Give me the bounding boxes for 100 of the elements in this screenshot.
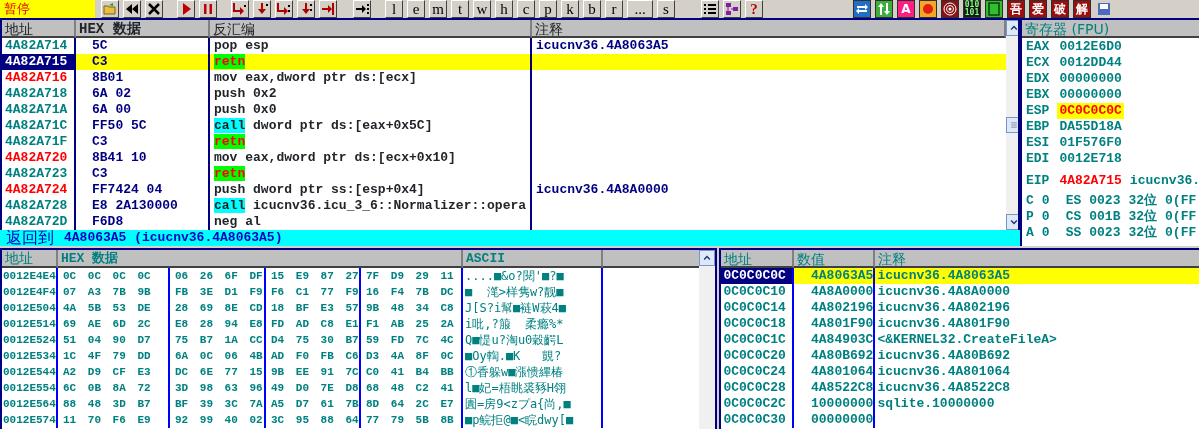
ascii-cell: ■p鲩拒@■<睆dwy[■ xyxy=(463,412,603,428)
segment-limit: 0(FF xyxy=(1165,193,1197,209)
pause-button[interactable] xyxy=(199,0,217,18)
plugin-button[interactable] xyxy=(985,0,1003,18)
toolbar-letter-button[interactable]: m xyxy=(429,0,447,18)
toolbar-letter-button[interactable]: s xyxy=(657,0,675,18)
toolbar-letter-button[interactable]: h xyxy=(495,0,513,18)
pause-icon xyxy=(201,2,215,16)
status-label: 暂停 xyxy=(0,0,95,18)
step-over-button[interactable] xyxy=(253,0,271,18)
toolbar-letter-button[interactable]: p xyxy=(539,0,557,18)
hex-cell: 68 48 C2 41 xyxy=(361,380,463,396)
column-header[interactable]: HEX 数据 xyxy=(76,20,210,38)
segment-selector: 0023 xyxy=(1089,193,1121,209)
hex-cell: 1C 4F 79 DD xyxy=(58,348,170,364)
run-button[interactable] xyxy=(177,0,195,18)
help-button[interactable]: ? xyxy=(745,0,763,18)
ascii-cell: 圚=房9<zプa{尚,■ xyxy=(463,396,603,412)
operand-text: eax,dword ptr ds:[ecx+0x10] xyxy=(245,150,456,165)
hex-cell: E8 2A130000 xyxy=(76,198,210,214)
column-header[interactable]: 反汇编 xyxy=(210,20,532,38)
plugin-button[interactable] xyxy=(919,0,937,18)
plugin-button[interactable] xyxy=(941,0,959,18)
trace-over-button[interactable] xyxy=(297,0,315,18)
toolbar-letter-button[interactable]: e xyxy=(407,0,425,18)
hex-cell: 18 BF E3 57 xyxy=(266,300,361,316)
up-down-arrows-icon xyxy=(877,2,891,16)
register-value: 0012E6D0 xyxy=(1058,39,1123,55)
scroll-down-button[interactable] xyxy=(1006,214,1018,230)
segment-limit: 0(FF xyxy=(1165,225,1197,241)
hex-cell: 51 04 90 D7 xyxy=(58,332,170,348)
plugin-button[interactable] xyxy=(875,0,893,18)
open-button[interactable] xyxy=(101,0,119,18)
segment-name: ES xyxy=(1065,193,1082,209)
comment-cell-text: <&KERNEL32.CreateFileA> xyxy=(876,332,1058,348)
close-button[interactable] xyxy=(145,0,163,18)
operand-text: dword ptr ss:[esp+0x4] xyxy=(253,182,425,197)
comment-cell: icucnv36.4A8063A5 xyxy=(875,268,1199,284)
hex-cell: 75 B7 1A CC xyxy=(170,332,266,348)
scroll-up-button[interactable] xyxy=(699,250,716,266)
address-cell: 0C0C0C28 xyxy=(721,380,795,396)
toolbar-letter-button[interactable]: r xyxy=(605,0,623,18)
list-icon xyxy=(703,2,717,16)
hex-cell: FF50 5C xyxy=(76,118,210,134)
plugin-button[interactable]: 破 xyxy=(1051,0,1069,18)
rewind-button[interactable] xyxy=(123,0,141,18)
register-name: EAX xyxy=(1026,39,1050,55)
address-cell: 0C0C0C10 xyxy=(721,284,795,300)
comment-cell-text: icucnv36.4A801064 xyxy=(876,364,1012,380)
toolbar-letter-button[interactable]: c xyxy=(517,0,535,18)
toolbar-letter-button[interactable]: w xyxy=(473,0,491,18)
mnemonic-text: retn xyxy=(214,54,246,69)
hex-cell: 9B 48 34 C8 xyxy=(361,300,463,316)
comment-cell-text: icucnv36.4A80B692 xyxy=(876,348,1012,364)
return-arrow-icon xyxy=(321,2,335,16)
plugin-button[interactable]: 解 xyxy=(1073,0,1091,18)
tree-button[interactable] xyxy=(723,0,741,18)
mnemonic-text: neg xyxy=(214,214,238,229)
address-cell: 4A82A718 xyxy=(2,86,76,102)
register-value: DA55D18A xyxy=(1058,119,1123,135)
mnemonic-text: retn xyxy=(214,134,246,149)
trace-into-button[interactable] xyxy=(275,0,293,18)
toolbar-letter-button[interactable]: k xyxy=(561,0,579,18)
hex-cell: E8 28 94 E8 xyxy=(170,316,266,332)
goto-button[interactable] xyxy=(353,0,371,18)
plugin-button[interactable]: 010 101 xyxy=(963,0,981,18)
address-cell: 0C0C0C30 xyxy=(721,412,795,428)
scrollbar[interactable] xyxy=(1006,20,1018,230)
toolbar-letter-button[interactable]: t xyxy=(451,0,469,18)
address-cell: 0C0C0C24 xyxy=(721,364,795,380)
operand-text: icucnv36.icu_3_6::Normalizer::opera xyxy=(253,198,527,213)
address-cell: 4A82A720 xyxy=(2,150,76,166)
register-name: EIP xyxy=(1026,173,1050,189)
plugin-button[interactable]: 吾 xyxy=(1007,0,1025,18)
register-name: ESP xyxy=(1026,103,1050,119)
step-into-button[interactable] xyxy=(231,0,249,18)
mnemonic-text: pop xyxy=(214,38,238,53)
mnemonic-text: call xyxy=(214,118,246,133)
segment-selector: 001B xyxy=(1089,209,1121,225)
operand-text: dword ptr ds:[eax+0x5C] xyxy=(253,118,433,133)
hex-cell: 6A 02 xyxy=(76,86,210,102)
list-button[interactable] xyxy=(701,0,719,18)
toolbar-letter-button[interactable]: l xyxy=(385,0,403,18)
mnemonic-text: push xyxy=(214,86,246,101)
value-cell: 4A8522C8 xyxy=(794,380,876,396)
address-cell: 4A82A723 xyxy=(2,166,76,182)
plugin-button[interactable]: 爱 xyxy=(1029,0,1047,18)
plugin-button[interactable]: A xyxy=(897,0,915,18)
hex-cell: 15 E9 87 27 xyxy=(266,268,361,284)
scroll-up-button[interactable] xyxy=(1006,20,1018,36)
column-header[interactable]: 地址 xyxy=(2,20,76,38)
execute-till-return-button[interactable] xyxy=(319,0,337,18)
flag-name: C xyxy=(1026,193,1034,209)
toolbar-letter-button[interactable]: b xyxy=(583,0,601,18)
scrollbar[interactable] xyxy=(699,250,716,429)
toolbar-letter-button[interactable]: ... xyxy=(627,0,653,18)
ascii-cell: i吡,?箙 柔瘾%* xyxy=(463,316,603,332)
scroll-thumb[interactable] xyxy=(1006,117,1018,133)
column-header[interactable]: 注释 xyxy=(532,20,1006,38)
plugin-button[interactable] xyxy=(853,0,871,18)
